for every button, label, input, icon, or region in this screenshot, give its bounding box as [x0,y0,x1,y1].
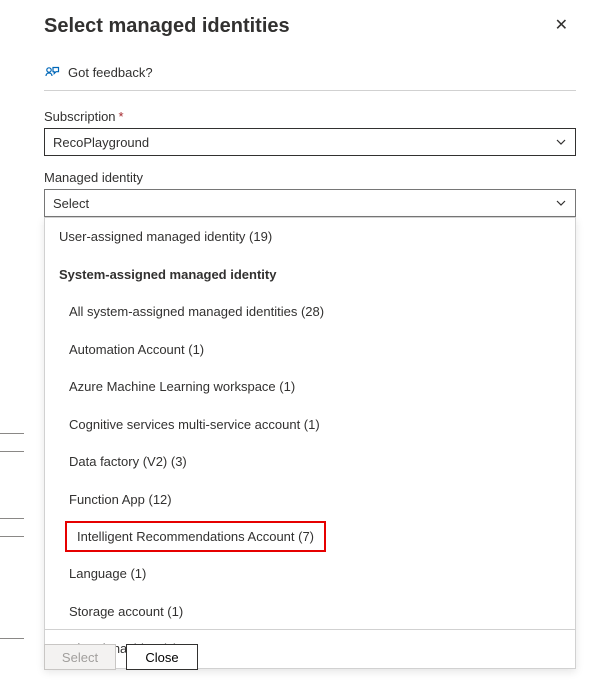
left-decorations [0,0,28,684]
dropdown-item-language[interactable]: Language (1) [45,555,575,593]
dropdown-item-storage[interactable]: Storage account (1) [45,593,575,631]
subscription-label: Subscription* [44,109,576,124]
panel-title: Select managed identities [44,15,290,38]
select-button: Select [44,644,116,670]
dropdown-item-user-assigned[interactable]: User-assigned managed identity (19) [45,218,575,256]
managed-identity-dropdown: User-assigned managed identity (19) Syst… [44,217,576,669]
managed-identity-select[interactable]: Select [44,189,576,217]
required-star: * [119,109,124,124]
dropdown-item-cognitive[interactable]: Cognitive services multi-service account… [45,406,575,444]
dropdown-item-all[interactable]: All system-assigned managed identities (… [45,293,575,331]
close-button[interactable]: Close [126,644,198,670]
footer-divider [44,629,576,630]
feedback-text: Got feedback? [68,65,153,80]
chevron-down-icon [555,197,567,209]
subscription-value: RecoPlayground [53,135,149,150]
managed-identity-label: Managed identity [44,170,576,185]
chevron-down-icon [555,136,567,148]
dropdown-item-datafactory[interactable]: Data factory (V2) (3) [45,443,575,481]
managed-identity-placeholder: Select [53,196,89,211]
dropdown-group-system: System-assigned managed identity [45,256,575,294]
feedback-link[interactable]: Got feedback? [44,44,576,91]
close-icon[interactable]: ✕ [547,14,576,38]
dropdown-item-intelligent[interactable]: Intelligent Recommendations Account (7) [65,521,326,552]
subscription-select[interactable]: RecoPlayground [44,128,576,156]
dropdown-item-intelligent-wrapper[interactable]: Intelligent Recommendations Account (7) [45,518,575,555]
feedback-icon [44,64,60,80]
dropdown-item-automation[interactable]: Automation Account (1) [45,331,575,369]
dropdown-item-functionapp[interactable]: Function App (12) [45,481,575,519]
dropdown-item-aml[interactable]: Azure Machine Learning workspace (1) [45,368,575,406]
